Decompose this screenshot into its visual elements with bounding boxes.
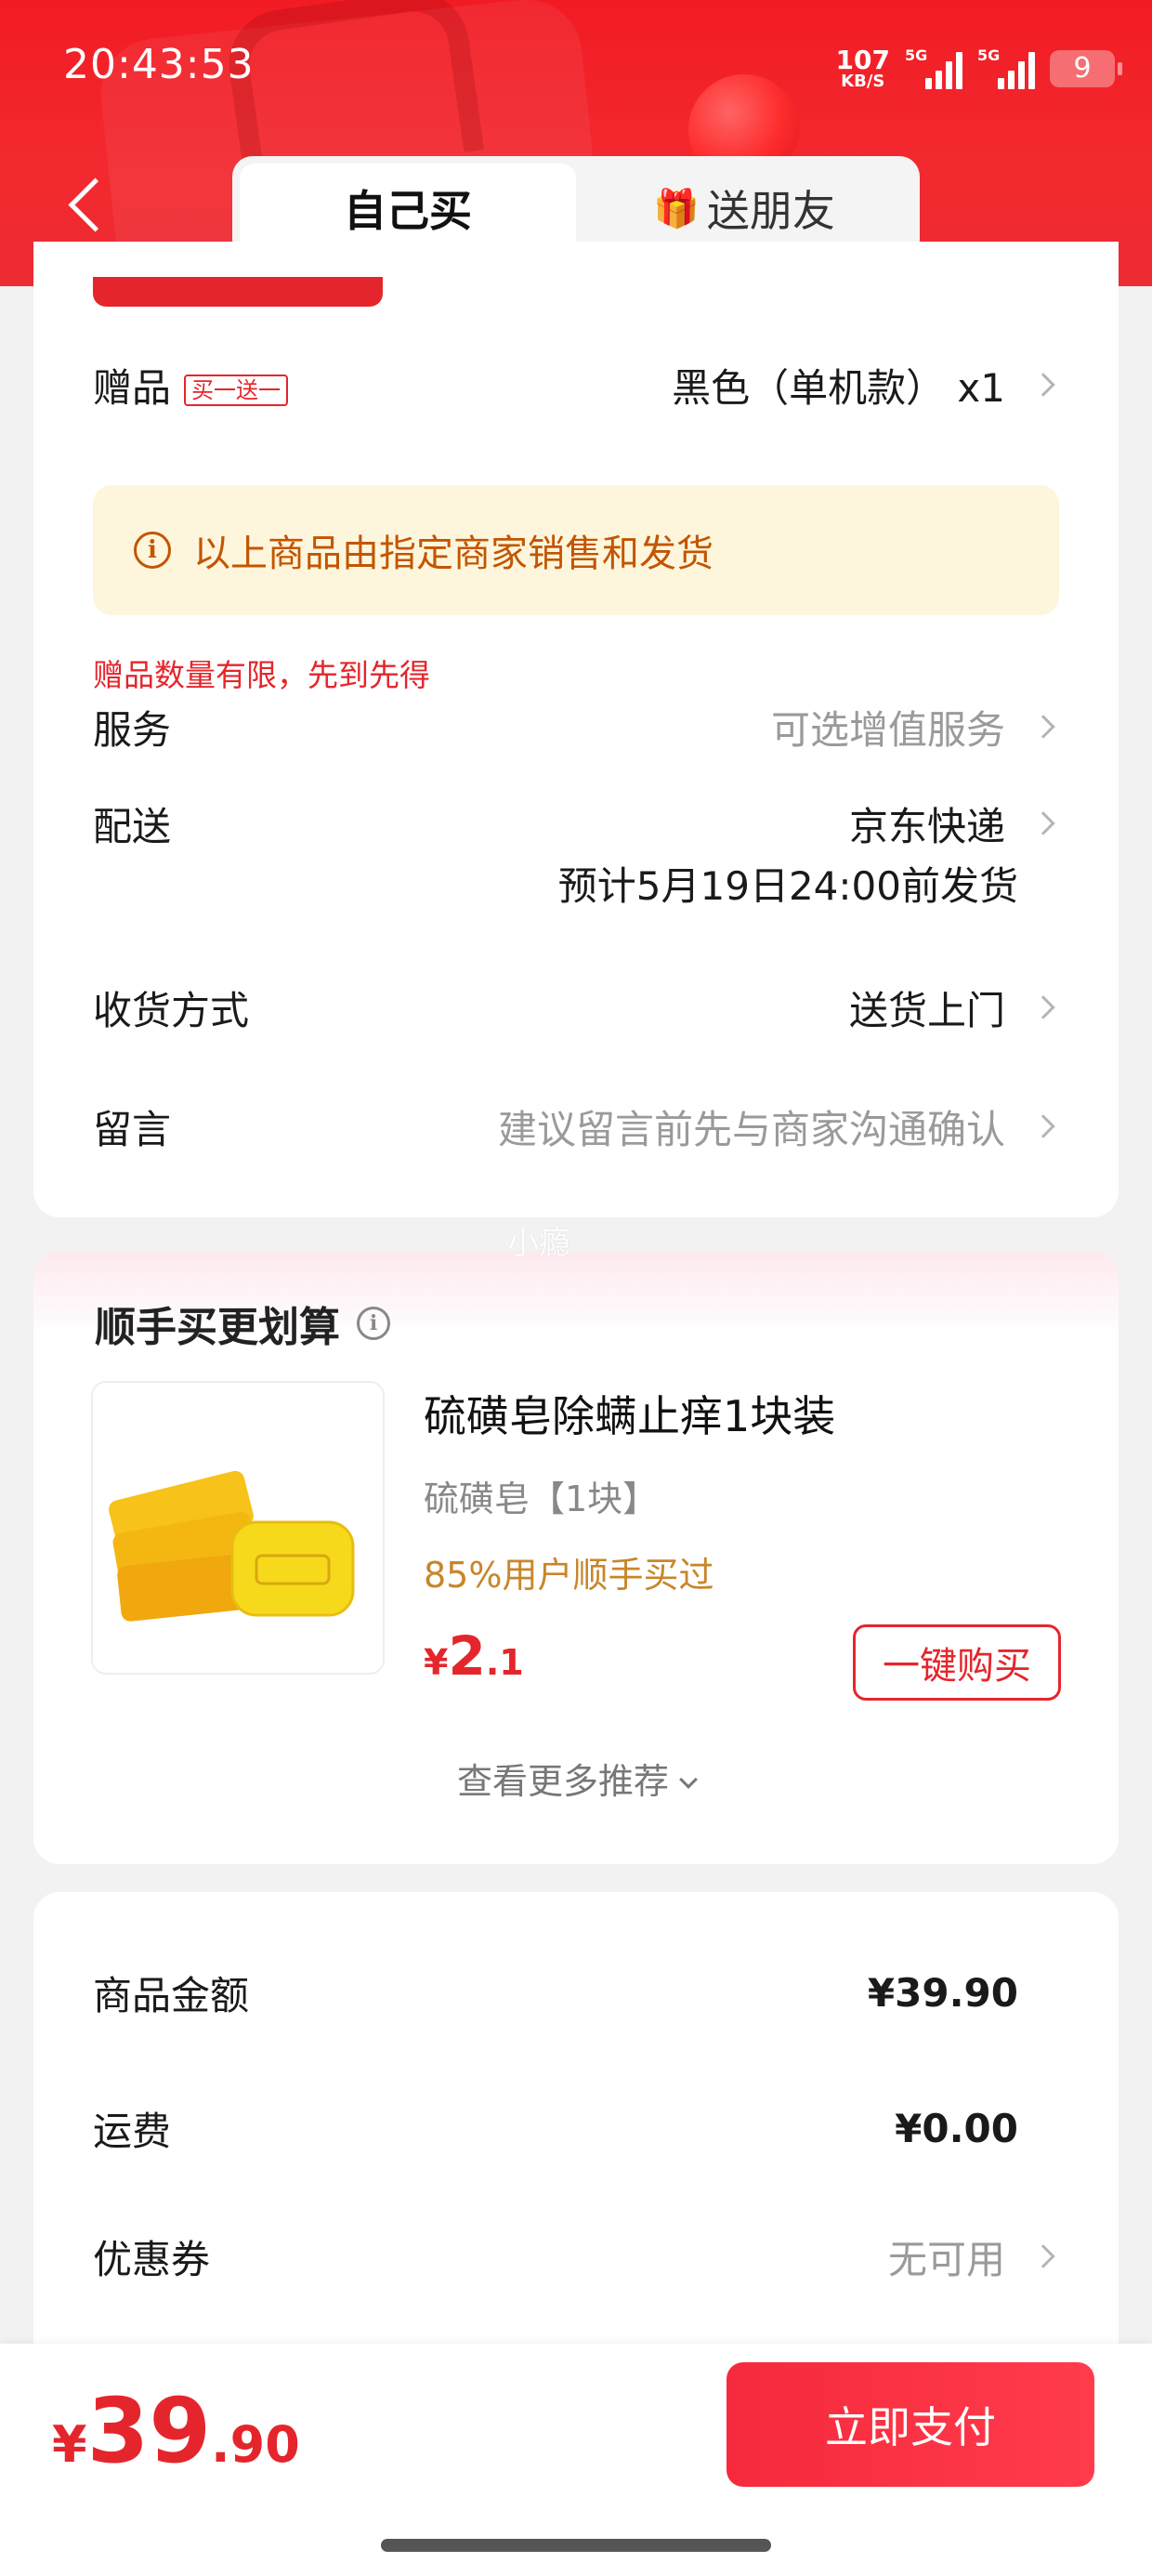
watermark: 小瘾 [507,1225,570,1262]
service-label: 服务 [93,706,172,753]
total-currency: ¥ [52,2415,87,2474]
receive-method-row[interactable]: 收货方式 送货上门 [93,979,1055,1036]
chevron-right-icon [1031,373,1055,397]
total-price: ¥39.90 [52,2379,300,2483]
gift-row-label-wrap: 赠品 买一送一 [93,357,289,414]
gift-label: 赠品 [93,364,172,411]
network-speed: 107 KB/S [836,47,890,90]
delivery-eta: 预计5月19日24:00前发货 [557,863,1018,909]
receive-method-value: 送货上门 [848,987,1005,1033]
signal-5g-icon-2: 5G [977,46,1035,89]
product-image[interactable] [91,1381,385,1675]
back-arrow-icon[interactable] [65,175,106,240]
more-recommendations-label: 查看更多推荐 [456,1761,669,1802]
product-name[interactable]: 硫磺皂除螨止痒1块装 [424,1383,835,1444]
pay-now-button[interactable]: 立即支付 [727,2362,1094,2487]
product-users-note: 85%用户顺手买过 [424,1555,714,1596]
tab-send-friend[interactable]: 🎁 送朋友 [576,164,912,253]
help-icon[interactable]: i [357,1307,390,1340]
coupon-label: 优惠券 [93,2236,211,2282]
product-spec: 硫磺皂【1块】 [424,1479,659,1519]
total-integer: 39 [86,2379,212,2483]
service-row[interactable]: 服务 可选增值服务 [93,699,1055,756]
soap-image-icon [109,1470,355,1622]
shipping-label: 运费 [93,2108,172,2154]
goods-amount-row: 商品金额 ¥39.90 [93,1965,1052,2020]
message-label: 留言 [93,1106,172,1152]
message-row[interactable]: 留言 建议留言前先与商家沟通确认 [93,1098,1055,1155]
battery-icon: 9 [1050,50,1122,87]
delivery-value-wrap: 京东快递 [848,795,1055,852]
status-icons: 107 KB/S 5G 5G 9 [836,41,1122,97]
receive-method-value-wrap: 送货上门 [848,979,1055,1036]
product-price: ¥2.1 [424,1624,524,1688]
product-tag-strip [93,277,383,307]
tab-buy-self-label: 自己买 [344,186,472,236]
message-input-wrap: 建议留言前先与商家沟通确认 [498,1098,1055,1155]
chevron-right-icon [1031,1114,1055,1138]
more-recommendations-link[interactable]: 查看更多推荐 [33,1753,1119,1804]
delivery-value: 京东快递 [848,803,1005,849]
status-time: 20:43:53 [63,41,255,88]
receive-method-label: 收货方式 [93,987,250,1033]
service-value-wrap: 可选增值服务 [770,699,1055,756]
order-details-card: 赠品 买一送一 黑色（单机款） x1 i 以上商品由指定商家销售和发货 赠品数量有… [33,242,1119,1217]
chevron-right-icon [1031,995,1055,1019]
goods-amount-value: ¥39.90 [867,1969,1018,2016]
one-click-buy-button[interactable]: 一键购买 [853,1624,1061,1701]
recommend-title: 顺手买更划算 [95,1304,340,1351]
service-value: 可选增值服务 [770,706,1005,753]
chevron-right-icon [1031,811,1055,835]
seller-notice-text: 以上商品由指定商家销售和发货 [193,532,713,575]
recommend-title-wrap: 顺手买更划算 i [95,1294,390,1353]
price-integer: 2 [448,1624,486,1688]
gift-value: 黑色（单机款） x1 [672,364,1005,411]
seller-notice: i 以上商品由指定商家销售和发货 [93,485,1059,615]
home-indicator[interactable] [381,2539,771,2552]
network-speed-value: 107 [835,45,890,75]
chevron-down-icon [679,1770,698,1789]
shipping-row: 运费 ¥0.00 [93,2100,1052,2156]
gift-icon: 🎁 [653,187,700,230]
price-decimal: .1 [485,1642,524,1683]
price-currency: ¥ [424,1642,449,1683]
gift-value-wrap: 黑色（单机款） x1 [672,357,1055,414]
buy-one-get-one-badge: 买一送一 [184,375,289,406]
signal-5g-icon: 5G [905,46,962,89]
message-input[interactable]: 建议留言前先与商家沟通确认 [498,1098,1005,1155]
chevron-right-icon [1031,2244,1055,2268]
tab-send-friend-label: 送朋友 [706,186,835,236]
gift-row[interactable]: 赠品 买一送一 黑色（单机款） x1 [93,357,1055,414]
delivery-label: 配送 [93,803,172,849]
signal-tag-2: 5G [977,46,1001,64]
delivery-row[interactable]: 配送 京东快递 [93,795,1055,852]
tab-buy-self[interactable]: 自己买 [240,164,576,253]
coupon-row[interactable]: 优惠券 无可用 [93,2228,1055,2285]
info-icon: i [134,532,171,569]
goods-amount-label: 商品金额 [93,1972,250,2018]
shipping-value: ¥0.00 [895,2105,1018,2151]
chevron-right-icon [1031,715,1055,739]
checkout-bar: ¥39.90 立即支付 [0,2344,1152,2576]
coupon-value-wrap: 无可用 [887,2228,1055,2285]
network-speed-unit: KB/S [841,72,885,91]
total-decimal: .90 [211,2415,300,2474]
coupon-value: 无可用 [887,2236,1005,2282]
signal-tag: 5G [905,46,928,64]
recommend-card: 顺手买更划算 i 硫磺皂除螨止痒1块装 硫磺皂【1块】 85%用户顺手买过 ¥2… [33,1251,1119,1864]
gift-limit-note: 赠品数量有限，先到先得 [93,657,430,693]
